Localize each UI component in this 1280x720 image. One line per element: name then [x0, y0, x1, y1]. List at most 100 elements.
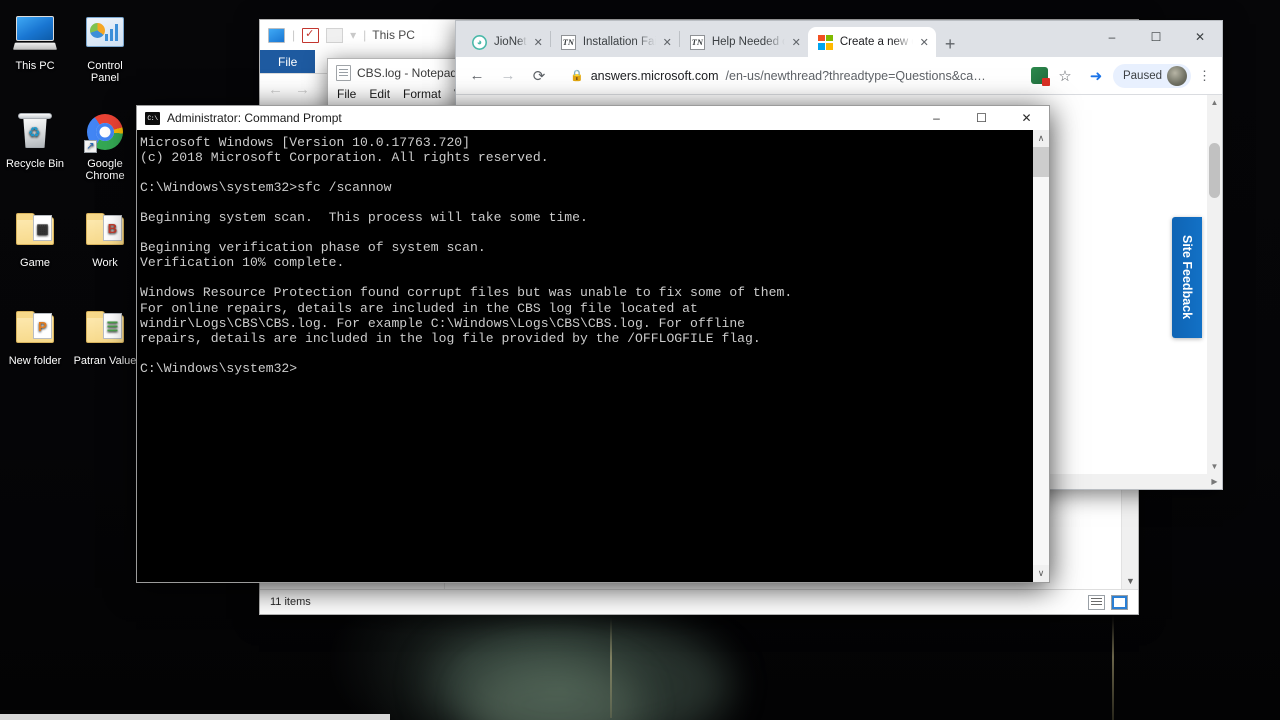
desktop-icon-label: Game [20, 257, 50, 269]
scrollbar-track[interactable] [1033, 147, 1049, 565]
folder-icon: P [12, 307, 58, 351]
browser-tab-jionet[interactable]: ◕ JioNet ✕ [462, 27, 550, 57]
desktop-icon-google-chrome[interactable]: ↗ Google Chrome [70, 110, 140, 182]
toolbar-divider: | [363, 28, 367, 42]
browser-tab-installation-fail[interactable]: TN Installation Fail ✕ [551, 27, 679, 57]
command-prompt-icon: C:\ [145, 111, 160, 125]
desktop-icon-work[interactable]: B Work [70, 209, 140, 269]
notepad-title: CBS.log - Notepad [357, 66, 458, 80]
scroll-right-icon[interactable]: ▶ [1207, 474, 1222, 489]
cmd-close-button[interactable]: ✕ [1004, 106, 1049, 130]
shortcut-arrow-icon: ↗ [84, 140, 97, 153]
desktop-icon-this-pc[interactable]: This PC [0, 12, 70, 72]
desktop-icon-label: This PC [15, 60, 55, 72]
tab-label: Help Needed c [711, 36, 785, 48]
control-panel-icon [82, 12, 128, 56]
scroll-down-icon[interactable]: ▼ [1122, 572, 1139, 589]
explorer-file-tab[interactable]: File [260, 50, 316, 73]
command-prompt-window-controls[interactable]: – ☐ ✕ [914, 106, 1049, 130]
back-icon[interactable]: ← [463, 62, 491, 90]
wallpaper-cloud [430, 620, 730, 720]
desktop-icon-new-folder[interactable]: P New folder [0, 307, 70, 367]
wallpaper-streak [610, 618, 612, 718]
avatar[interactable] [1167, 65, 1187, 86]
scroll-down-icon[interactable]: ∨ [1033, 565, 1049, 582]
tab-label: JioNet [494, 36, 527, 48]
menu-format[interactable]: Format [403, 87, 441, 101]
new-folder-icon[interactable] [326, 27, 344, 43]
folder-icon: ☰ [82, 307, 128, 351]
desktop-icon-patran-value[interactable]: ☰ Patran Value [70, 307, 140, 367]
browser-toolbar[interactable]: ← → ⟳ 🔒 answers.microsoft.com/en-us/newt… [456, 57, 1222, 95]
menu-edit[interactable]: Edit [369, 87, 390, 101]
properties-icon[interactable] [302, 27, 320, 43]
desktop-icon-label: Patran Value [73, 355, 137, 367]
browser-tab-create-a-new-question[interactable]: Create a new q ✕ [807, 27, 936, 57]
scroll-up-icon[interactable]: ∧ [1033, 130, 1049, 147]
browser-tab-strip[interactable]: ◕ JioNet ✕ TN Installation Fail ✕ TN Hel… [456, 21, 1222, 57]
console-output: Microsoft Windows [Version 10.0.17763.72… [140, 135, 793, 376]
desktop-icon-label: Control Panel [87, 60, 123, 84]
menu-file[interactable]: File [337, 87, 356, 101]
this-pc-icon[interactable] [268, 27, 285, 43]
lock-icon: 🔒 [570, 70, 584, 82]
tab-label: Installation Fail [582, 36, 656, 48]
command-prompt-title: Administrator: Command Prompt [167, 111, 342, 125]
url-path: /en-us/newthread?threadtype=Questions&ca… [725, 68, 986, 83]
tenforums-icon: TN [689, 34, 705, 50]
customize-toolbar-chevron-icon[interactable]: ▾ [350, 28, 356, 42]
address-bar[interactable]: 🔒 answers.microsoft.com/en-us/newthread?… [560, 61, 1024, 90]
back-icon[interactable]: ← [268, 81, 283, 98]
browser-close-button[interactable]: ✕ [1178, 21, 1222, 53]
desktop-icon-game[interactable]: ▦ Game [0, 209, 70, 269]
folder-icon: B [82, 209, 128, 253]
tab-label: Create a new q [839, 36, 913, 48]
browser-window-controls[interactable]: – ☐ ✕ [1090, 21, 1222, 53]
tab-close-icon[interactable]: ✕ [920, 36, 929, 49]
quick-access-toolbar[interactable]: | ▾ | [268, 27, 367, 43]
explorer-status-bar: 11 items [260, 589, 1138, 614]
tenforums-icon: TN [560, 34, 576, 50]
browser-maximize-button[interactable]: ☐ [1134, 21, 1178, 53]
site-feedback-tab[interactable]: Site Feedback [1172, 217, 1202, 338]
command-prompt-window[interactable]: C:\ Administrator: Command Prompt – ☐ ✕ … [136, 105, 1050, 583]
item-count-label: 11 items [270, 596, 311, 608]
scrollbar-thumb[interactable] [1209, 143, 1220, 198]
explorer-title: This PC [372, 28, 415, 42]
tab-close-icon[interactable]: ✕ [663, 36, 672, 49]
details-view-icon[interactable] [1088, 594, 1105, 610]
toolbar-divider: | [292, 28, 296, 42]
wallpaper-bottom-strip [0, 714, 390, 720]
new-tab-button[interactable]: + [945, 35, 956, 53]
tab-close-icon[interactable]: ✕ [792, 36, 801, 49]
command-prompt-body[interactable]: Microsoft Windows [Version 10.0.17763.72… [137, 130, 1049, 582]
cmd-maximize-button[interactable]: ☐ [959, 106, 1004, 130]
recycle-bin-icon: ♻ [12, 110, 58, 154]
scroll-down-icon[interactable]: ▼ [1207, 459, 1222, 474]
reload-icon[interactable]: ⟳ [525, 62, 553, 90]
scroll-up-icon[interactable]: ▲ [1207, 95, 1222, 110]
sync-icon[interactable]: ➜ [1082, 62, 1110, 90]
forward-icon[interactable]: → [494, 62, 522, 90]
page-vertical-scrollbar[interactable]: ▲ ▼ [1207, 95, 1222, 474]
scrollbar-thumb[interactable] [1033, 147, 1049, 177]
desktop-screen: This PC Control Panel ♻ Recycle Bin ↗ Go… [0, 0, 1280, 720]
bookmark-star-icon[interactable]: ☆ [1051, 62, 1079, 90]
cmd-minimize-button[interactable]: – [914, 106, 959, 130]
extension-icon[interactable] [1030, 67, 1050, 86]
tab-close-icon[interactable]: ✕ [534, 36, 543, 49]
desktop-icon-recycle-bin[interactable]: ♻ Recycle Bin [0, 110, 70, 170]
desktop-icon-control-panel[interactable]: Control Panel [70, 12, 140, 84]
browser-tab-help-needed[interactable]: TN Help Needed c ✕ [680, 27, 808, 57]
large-icons-view-icon[interactable] [1111, 594, 1128, 610]
chrome-icon: ↗ [82, 110, 128, 154]
browser-minimize-button[interactable]: – [1090, 21, 1134, 53]
desktop-icon-label: Google Chrome [85, 158, 125, 182]
view-mode-buttons[interactable] [1088, 594, 1128, 610]
profile-chip[interactable]: Paused [1112, 63, 1191, 88]
monitor-icon [12, 12, 58, 56]
browser-menu-icon[interactable]: ⋮ [1194, 68, 1215, 84]
forward-icon[interactable]: → [295, 81, 310, 98]
console-vertical-scrollbar[interactable]: ∧ ∨ [1032, 130, 1049, 582]
command-prompt-titlebar[interactable]: C:\ Administrator: Command Prompt – ☐ ✕ [137, 106, 1049, 130]
